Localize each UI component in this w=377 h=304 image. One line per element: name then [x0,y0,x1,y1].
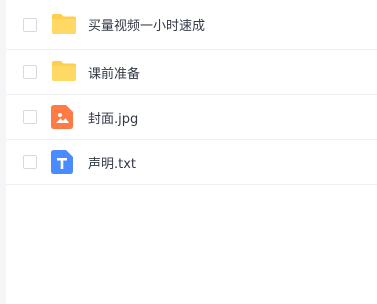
row-checkbox[interactable] [23,17,37,32]
file-row[interactable]: 买量视频一小时速成 [6,0,377,50]
folder-icon [51,13,76,37]
image-file-icon [51,105,75,129]
file-row[interactable]: 课前准备 [6,50,377,95]
file-row[interactable]: 声明.txt [6,140,377,185]
text-file-icon [51,150,75,174]
file-name[interactable]: 声明.txt [88,153,136,172]
file-list: 买量视频一小时速成 课前准备 封面.jpg 声明.txt [6,0,377,185]
row-checkbox[interactable] [23,155,37,169]
file-name[interactable]: 课前准备 [88,63,140,82]
row-checkbox[interactable] [23,110,37,124]
row-checkbox[interactable] [23,65,37,79]
file-row[interactable]: 封面.jpg [6,95,377,140]
file-name[interactable]: 封面.jpg [88,108,138,127]
folder-icon [51,60,76,84]
file-name[interactable]: 买量视频一小时速成 [88,15,205,34]
